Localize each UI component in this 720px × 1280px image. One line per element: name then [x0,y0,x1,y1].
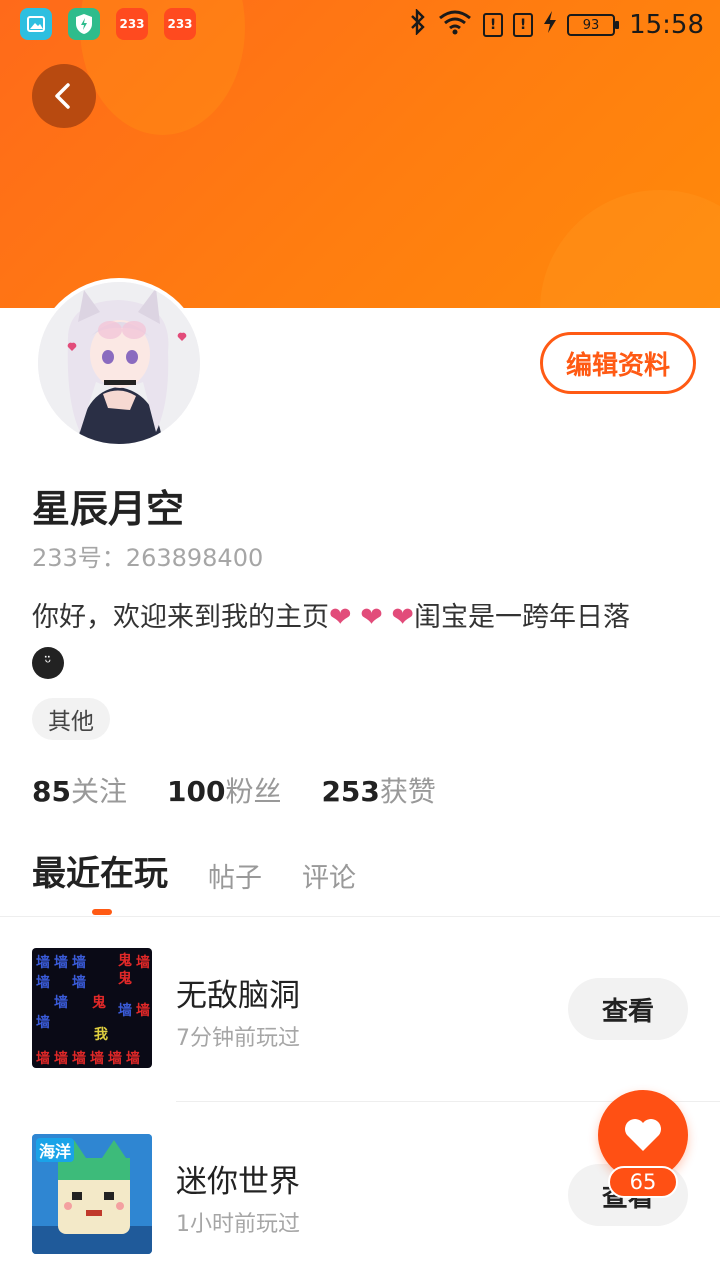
chevron-left-icon [55,83,70,109]
back-button[interactable] [32,64,96,128]
profile-tabs: 最近在玩 帖子 评论 [32,846,356,895]
game-list-item[interactable]: 墙 墙 墙 鬼 墙 墙 墙 鬼 鬼 墙 墙 墙 我 墙 墙 墙 墙 墙 墙 墙 … [0,932,720,1082]
bio-text: 闺宝是一跨年日落 [414,602,631,633]
heart-icon [625,1119,661,1151]
status-time: 15:58 [629,10,704,40]
233-app-icon: 233 [116,8,148,40]
profile-uid: 233号：263898400 [32,544,264,572]
battery-indicator: 93 [567,14,620,36]
avatar[interactable] [34,278,204,448]
game-thumbnail-badge: 海洋 [36,1138,75,1162]
wifi-icon [437,9,473,41]
stat-likes[interactable]: 253获赞 [321,770,435,810]
233-app-icon: 233 [164,8,196,40]
active-tab-indicator [92,909,112,915]
smiley-face-icon: ᵕ̈ [32,646,64,679]
profile-stats: 85关注 100粉丝 253获赞 [32,770,436,810]
profile-bio: 你好，欢迎来到我的主页❤ ❤ ❤闺宝是一跨年日落 ᵕ̈ [32,596,688,684]
heart-emoji: ❤ ❤ ❤ [329,602,415,633]
edit-profile-button[interactable]: 编辑资料 [540,332,696,394]
avatar-image [38,282,200,444]
game-thumbnail: 海洋 [32,1134,152,1254]
stat-followers[interactable]: 100粉丝 [167,770,281,810]
bluetooth-icon [409,8,427,41]
shield-icon [68,8,100,40]
header-decoration [540,190,720,308]
sim-card-icon: ! [513,13,534,37]
profile-tag: 其他 [32,698,110,740]
game-name: 迷你世界 [176,1164,300,1200]
profile-name: 星辰月空 [32,487,185,531]
like-count-badge: 65 [608,1166,678,1198]
status-bar: 233 233 ! ! 93 15:58 [0,0,720,50]
tab-posts[interactable]: 帖子 [208,856,262,895]
game-thumbnail: 墙 墙 墙 鬼 墙 墙 墙 鬼 鬼 墙 墙 墙 我 墙 墙 墙 墙 墙 墙 墙 [32,948,152,1068]
stat-following[interactable]: 85关注 [32,770,127,810]
gallery-icon [20,8,52,40]
game-last-played: 1小时前玩过 [176,1212,300,1237]
divider [0,916,720,917]
sim-card-icon: ! [483,13,504,37]
bio-text: 你好，欢迎来到我的主页 [32,602,329,633]
tab-comments[interactable]: 评论 [302,856,356,895]
game-last-played: 7分钟前玩过 [176,1026,300,1051]
view-game-button[interactable]: 查看 [568,978,688,1040]
charging-icon [543,10,557,40]
game-name: 无敌脑洞 [176,978,300,1014]
tab-recently-played[interactable]: 最近在玩 [32,846,168,895]
